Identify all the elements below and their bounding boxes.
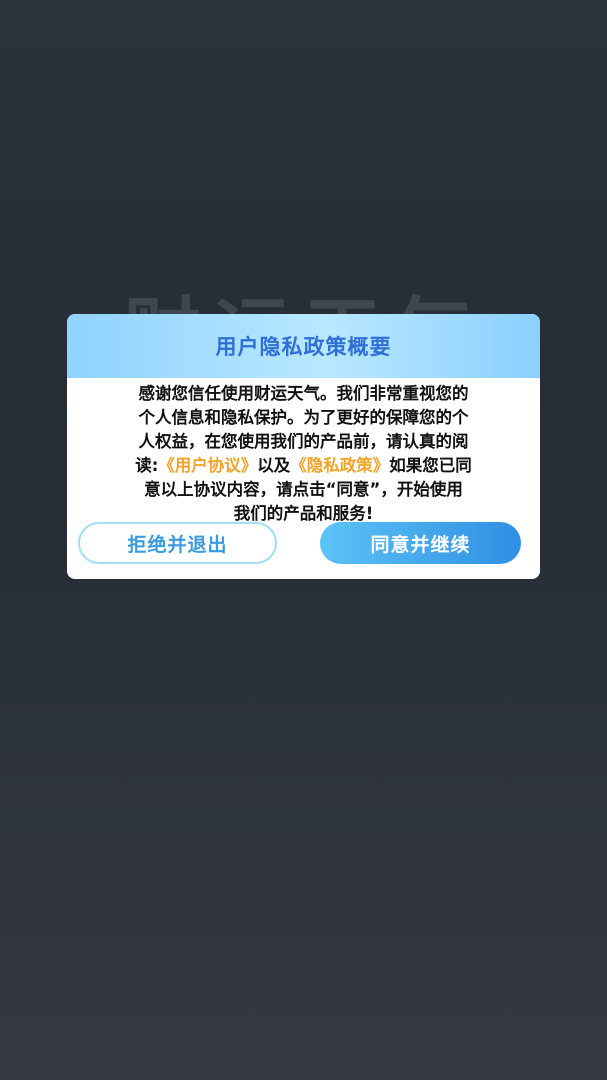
dialog-header: 用户隐私政策概要 [67,314,540,378]
body-text-middle: 以及 [257,456,291,475]
privacy-policy-link[interactable]: 《隐私政策》 [290,456,389,475]
user-agreement-link[interactable]: 《用户协议》 [158,456,257,475]
body-line: 个人信息和隐私保护。为了更好的保障您的个 [138,408,469,427]
decline-and-exit-button[interactable]: 拒绝并退出 [78,522,277,564]
dialog-title: 用户隐私政策概要 [215,335,392,359]
body-text-suffix: 如果您已同 [389,456,472,475]
agree-and-continue-button[interactable]: 同意并继续 [320,522,521,564]
privacy-policy-dialog: 用户隐私政策概要 感谢您信任使用财运天气。我们非常重视您的 个人信息和隐私保护。… [67,314,540,579]
body-line: 意以上协议内容，请点击“同意”，开始使用 [144,480,463,499]
dialog-body-text: 感谢您信任使用财运天气。我们非常重视您的 个人信息和隐私保护。为了更好的保障您的… [67,378,540,526]
body-line: 人权益，在您使用我们的产品前，请认真的阅 [138,432,469,451]
body-line: 感谢您信任使用财运天气。我们非常重视您的 [138,384,469,403]
body-line-links: 读:《用户协议》以及《隐私政策》如果您已同 [87,454,520,478]
body-text-prefix: 读: [135,456,159,475]
dialog-actions: 拒绝并退出 同意并继续 [67,522,540,566]
